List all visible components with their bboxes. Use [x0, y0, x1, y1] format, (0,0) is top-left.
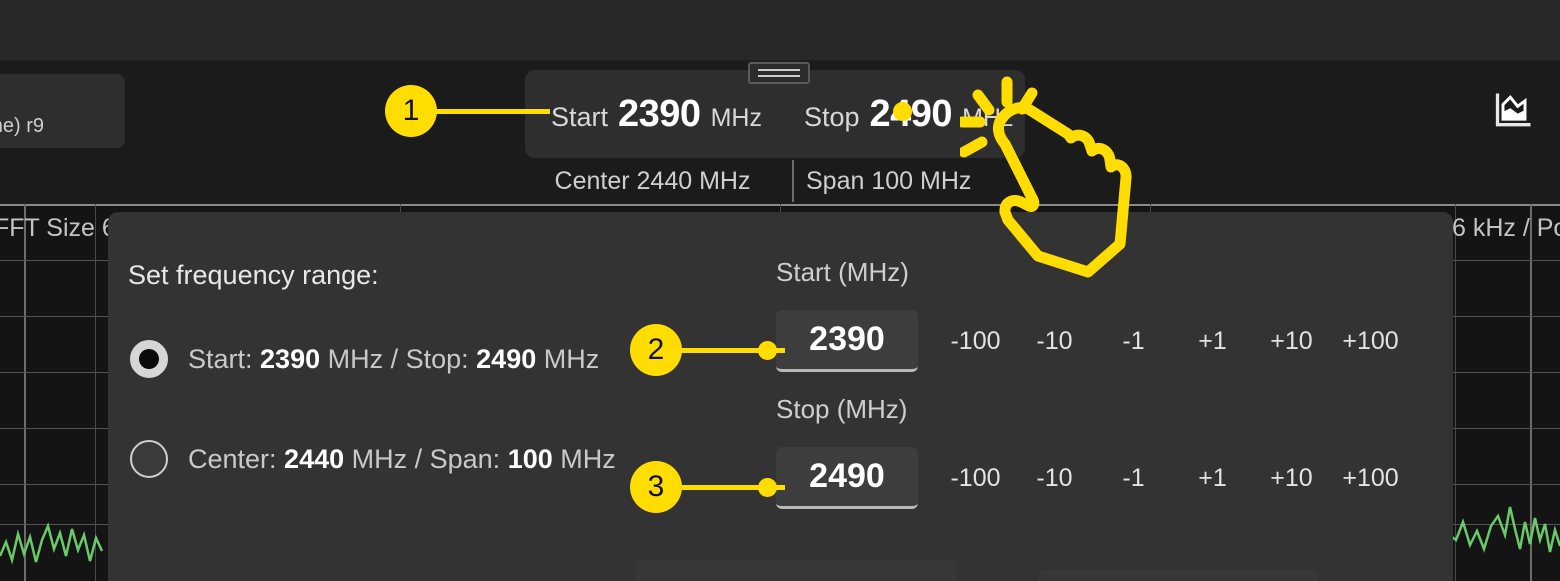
stop-step-plus-10[interactable]: +10 [1252, 464, 1331, 493]
radio-text-prefix: Center: [188, 443, 285, 474]
radio-start-value: 2390 [260, 343, 321, 374]
dialog-footer-button[interactable] [636, 560, 956, 581]
radio-text-middle: MHz / Stop: [320, 343, 477, 374]
start-label: Start [551, 101, 609, 132]
device-name-line: One [0, 84, 111, 112]
radio-option-start-stop[interactable]: Start: 2390 MHz / Stop: 2490 MHz [130, 340, 599, 378]
radio-text-suffix: MHz [552, 443, 616, 474]
callout-3-tip [758, 478, 777, 497]
device-info-pill[interactable]: One RF One) r9 [0, 74, 125, 148]
start-value: 2390 [618, 92, 701, 135]
stop-step-buttons: -100 -10 -1 +1 +10 +100 [936, 447, 1410, 509]
radio-button-unselected-icon[interactable] [130, 440, 168, 478]
start-field-label: Start (MHz) [776, 257, 909, 287]
start-mhz-input[interactable]: 2390 [776, 310, 918, 372]
start-step-plus-1[interactable]: +1 [1173, 327, 1252, 356]
radio-center-value: 2440 [284, 443, 345, 474]
radio-stop-value: 2490 [476, 343, 537, 374]
app-window: FFT Size 6 6 kHz / Po One RF One) r9 Sta… [0, 0, 1560, 581]
radio-label-start-stop: Start: 2390 MHz / Stop: 2490 MHz [188, 344, 599, 375]
stop-mhz-input[interactable]: 2490 [776, 447, 918, 509]
center-span-divider [792, 160, 794, 202]
start-step-plus-10[interactable]: +10 [1252, 327, 1331, 356]
radio-span-value: 100 [507, 443, 553, 474]
radio-text-suffix: MHz [536, 343, 600, 374]
callout-2-number: 2 [630, 324, 682, 376]
stop-label: Stop [803, 101, 860, 132]
area-chart-icon[interactable] [1492, 88, 1536, 132]
start-step-buttons: -100 -10 -1 +1 +10 +100 [936, 310, 1410, 372]
title-bar [0, 0, 1560, 60]
callout-1-stem [435, 109, 550, 114]
pointing-hand-click-cursor [960, 76, 1132, 278]
callout-2-tip [758, 341, 777, 360]
frequency-range-dialog: Set frequency range: Start: 2390 MHz / S… [108, 212, 1453, 581]
dialog-footer-button[interactable] [1038, 570, 1318, 581]
start-frequency-group[interactable]: Start 2390 MHz [551, 93, 762, 136]
stop-field-label: Stop (MHz) [776, 394, 908, 424]
stop-step-plus-1[interactable]: +1 [1173, 464, 1252, 493]
start-step-plus-100[interactable]: +100 [1331, 327, 1410, 356]
radio-option-center-span[interactable]: Center: 2440 MHz / Span: 100 MHz [130, 440, 616, 478]
start-step-minus-100[interactable]: -100 [936, 327, 1015, 356]
start-step-minus-1[interactable]: -1 [1094, 327, 1173, 356]
drag-handle-line [758, 69, 800, 71]
callout-1-tip [893, 102, 912, 121]
drag-handle-line [758, 75, 800, 77]
device-firmware-line: RF One) r9 [0, 115, 45, 137]
radio-text-middle: MHz / Span: [344, 443, 508, 474]
radio-button-selected-icon[interactable] [130, 340, 168, 378]
center-frequency-label[interactable]: Center 2440 MHz [525, 167, 780, 196]
start-unit: MHz [710, 103, 762, 132]
radio-dot [139, 349, 159, 369]
callout-1-number: 1 [385, 85, 437, 137]
stop-step-minus-10[interactable]: -10 [1015, 464, 1094, 493]
dialog-title: Set frequency range: [128, 260, 379, 290]
drag-handle-icon[interactable] [748, 62, 810, 84]
span-label[interactable]: Span 100 MHz [806, 167, 971, 196]
radio-label-center-span: Center: 2440 MHz / Span: 100 MHz [188, 444, 616, 475]
stop-step-minus-100[interactable]: -100 [936, 464, 1015, 493]
callout-3-number: 3 [630, 461, 682, 513]
start-step-minus-10[interactable]: -10 [1015, 327, 1094, 356]
radio-text-prefix: Start: [188, 343, 261, 374]
stop-step-minus-1[interactable]: -1 [1094, 464, 1173, 493]
stop-step-plus-100[interactable]: +100 [1331, 464, 1410, 493]
